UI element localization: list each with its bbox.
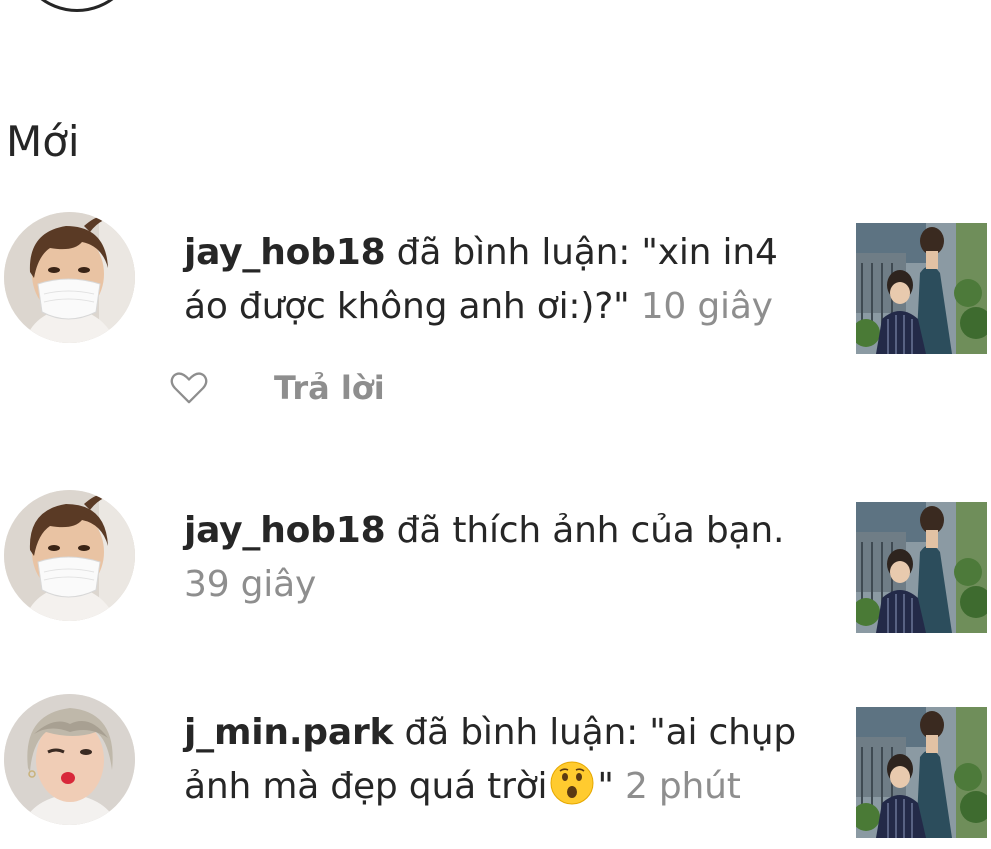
reply-button[interactable]: Trả lời [274, 369, 385, 407]
username[interactable]: j_min.park [184, 712, 393, 753]
notification-text[interactable]: jay_hob18 đã bình luận: "xin in4 áo được… [184, 226, 814, 334]
avatar[interactable] [4, 212, 135, 343]
timestamp: 2 phút [624, 766, 741, 807]
post-thumbnail[interactable] [856, 223, 987, 354]
section-title-new: Mới [6, 117, 80, 167]
username[interactable]: jay_hob18 [184, 232, 386, 273]
notification-text[interactable]: jay_hob18 đã thích ảnh của bạn. 39 giây [184, 504, 814, 612]
story-ring-partial[interactable] [16, 0, 138, 12]
avatar[interactable] [4, 694, 135, 825]
post-thumbnail[interactable] [856, 707, 987, 838]
comment-actions: Trả lời [170, 366, 385, 410]
heart-icon[interactable] [170, 371, 208, 405]
avatar[interactable] [4, 490, 135, 621]
notification-message-end: " [597, 766, 625, 807]
username[interactable]: jay_hob18 [184, 510, 386, 551]
surprised-face-emoji [550, 761, 594, 805]
timestamp: 10 giây [640, 286, 773, 327]
timestamp: 39 giây [184, 564, 317, 605]
notification-text[interactable]: j_min.park đã bình luận: "ai chụp ảnh mà… [184, 706, 814, 814]
notification-message: đã thích ảnh của bạn. [385, 510, 785, 551]
post-thumbnail[interactable] [856, 502, 987, 633]
